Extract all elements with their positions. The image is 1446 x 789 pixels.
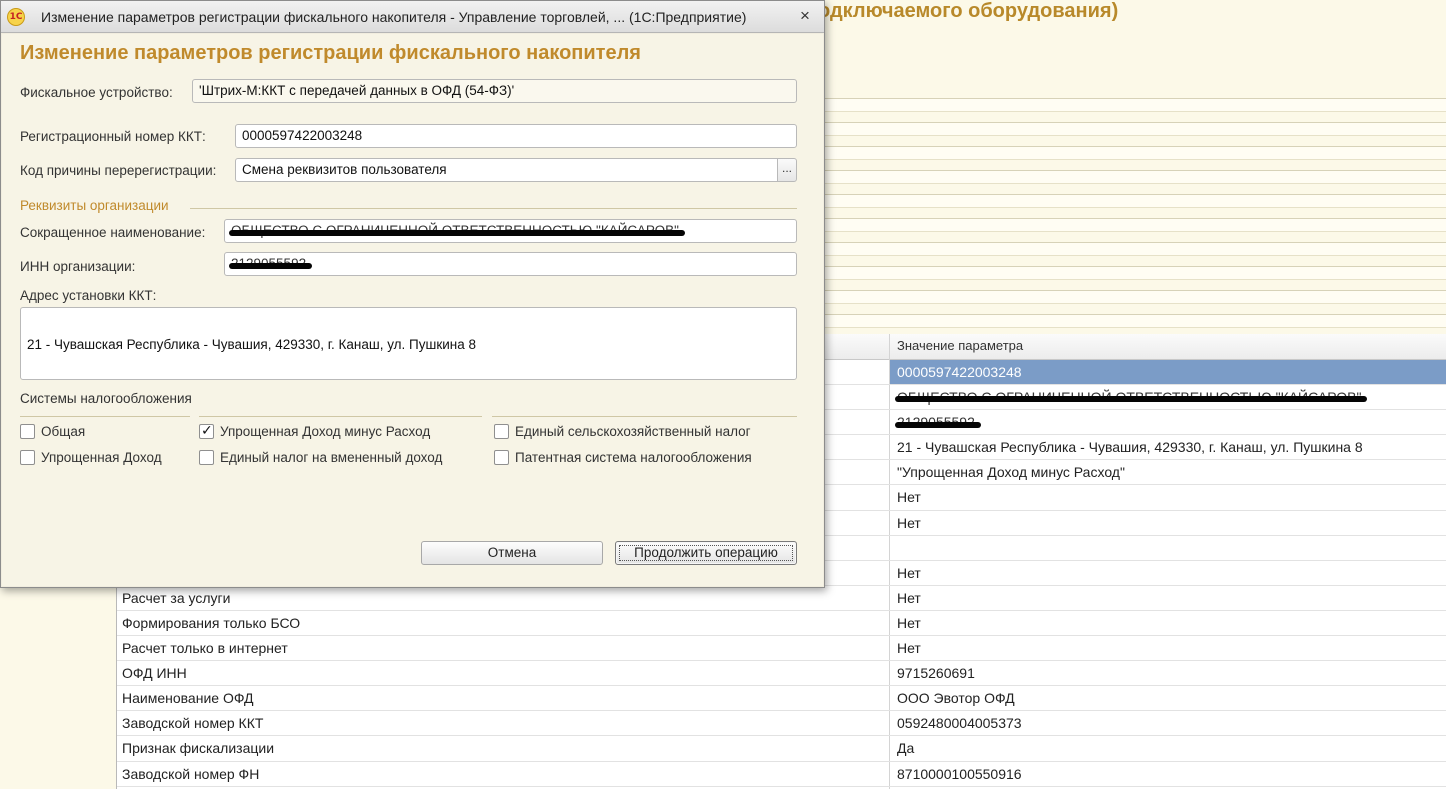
parameter-value-cell: ОБЩЕСТВО С ОГРАНИЧЕННОЙ ОТВЕТСТВЕННОСТЬЮ… [894,389,1368,406]
parameter-value-cell: "Упрощенная Доход минус Расход" [897,464,1125,481]
table-row[interactable]: Формирования только БСО Нет [117,611,1446,637]
tax-system-checkbox[interactable]: Единый сельскохозяйственный налог [494,424,751,439]
checkbox-unchecked-icon[interactable] [494,450,509,465]
table-row[interactable]: Заводской номер ККТ 0592480004005373 [117,711,1446,737]
background-field-strip [818,290,1446,304]
checkbox-unchecked-icon[interactable] [199,450,214,465]
parameter-name-cell: Наименование ОФД [122,690,254,707]
fiscal-device-label: Фискальное устройство: [20,85,173,100]
tax-system-checkbox[interactable]: Единый налог на вмененный доход [199,450,442,465]
parameter-value-cell: 21 - Чувашская Республика - Чувашия, 429… [897,439,1363,456]
parameter-name-cell: Формирования только БСО [122,614,301,631]
parameter-value-cell: 8710000100550916 [897,765,1022,782]
table-row[interactable]: Заводской номер ФН 8710000100550916 [117,762,1446,787]
parameter-name-cell: Расчет только в интернет [122,640,288,657]
table-row[interactable]: ОФД ИНН 9715260691 [117,661,1446,687]
continue-operation-button[interactable]: Продолжить операцию [615,541,797,565]
short-name-redacted-value: ОБЩЕСТВО С ОГРАНИЧЕННОЙ ОТВЕТСТВЕННОСТЬЮ… [229,220,685,242]
parameter-name-cell: Заводской номер ФН [122,765,260,782]
cancel-button[interactable]: Отмена [421,541,603,565]
parameter-value-cell: Нет [897,640,921,657]
address-label: Адрес установки ККТ: [20,288,157,303]
parameter-value-cell: Да [897,740,915,757]
form-heading: Изменение параметров регистрации фискаль… [20,42,641,64]
background-form-title: одключаемого оборудования) [818,0,1119,22]
redacted-value: 2129055592 [895,414,981,431]
parameter-name-cell: Признак фискализации [122,740,275,757]
column-header-value[interactable]: Значение параметра [897,338,1023,353]
inn-redacted-value: 2129055592 [228,253,313,275]
parameter-value-cell: Нет [897,489,921,506]
parameter-value-cell: 0592480004005373 [897,715,1022,732]
parameter-value-cell: ООО Эвотор ОФД [897,690,1015,707]
1c-logo-icon: 1С [7,8,25,26]
tax-divider [199,416,482,417]
tax-system-checkbox[interactable]: Упрощенная Доход [20,450,162,465]
tax-system-label: Единый сельскохозяйственный налог [515,424,751,439]
tax-divider [492,416,797,417]
tax-group-title: Системы налогообложения [20,391,192,406]
parameter-name-cell: ОФД ИНН [122,665,187,682]
background-field-strip [818,218,1446,232]
background-field-strip [818,242,1446,256]
org-group-divider [190,208,797,209]
fiscal-device-field[interactable]: 'Штрих-М:ККТ с передачей данных в ОФД (5… [192,79,797,103]
background-field-strip [818,170,1446,184]
focus-outline [619,545,793,561]
table-row[interactable]: Признак фискализации Да [117,736,1446,762]
tax-system-checkbox[interactable]: Патентная система налогообложения [494,450,752,465]
parameter-name-cell: Расчет за услуги [122,589,231,606]
inn-input[interactable]: 2129055592 [224,252,797,276]
parameter-name-cell: Заводской номер ККТ [122,715,264,732]
checkbox-checked-icon[interactable] [199,422,214,439]
table-row[interactable]: Расчет за услуги Нет [117,586,1446,611]
address-textarea[interactable]: 21 - Чувашская Республика - Чувашия, 429… [20,307,797,380]
parameter-value-cell: Нет [897,564,921,581]
tax-divider [20,416,190,417]
parameter-value-cell: 2129055592 [895,414,981,431]
tax-system-label: Упрощенная Доход минус Расход [220,424,431,439]
org-group-title: Реквизиты организации [20,198,169,213]
redacted-value: ОБЩЕСТВО С ОГРАНИЧЕННОЙ ОТВЕТСТВЕННОСТЬЮ… [894,389,1368,406]
reg-number-input[interactable]: 0000597422003248 [235,124,797,148]
parameter-value-cell: 0000597422003248 [897,364,1022,380]
checkbox-unchecked-icon[interactable] [20,450,35,465]
tax-system-label: Патентная система налогообложения [515,450,752,465]
tax-system-checkbox[interactable]: Упрощенная Доход минус Расход [199,422,431,439]
table-row[interactable]: Расчет только в интернет Нет [117,636,1446,662]
short-name-label: Сокращенное наименование: [20,225,206,240]
reason-label: Код причины перерегистрации: [20,163,217,178]
tax-system-label: Упрощенная Доход [41,450,162,465]
background-field-strip [818,266,1446,280]
background-field-strip [818,98,1446,112]
checkbox-unchecked-icon[interactable] [20,424,35,439]
dialog-titlebar[interactable]: 1С Изменение параметров регистрации фиск… [1,1,824,33]
tax-system-label: Единый налог на вмененный доход [220,450,443,465]
reason-input[interactable]: Смена реквизитов пользователя [235,158,778,182]
parameter-value-cell: Нет [897,614,921,631]
table-row[interactable]: Наименование ОФД ООО Эвотор ОФД [117,686,1446,712]
parameter-value-cell: Нет [897,589,921,606]
tax-system-checkbox[interactable]: Общая [20,424,85,439]
reason-select-button[interactable]: ... [777,158,797,182]
inn-label: ИНН организации: [20,259,136,274]
dialog-body: Изменение параметров регистрации фискаль… [2,34,823,586]
reg-number-label: Регистрационный номер ККТ: [20,129,206,144]
tax-system-label: Общая [41,424,86,439]
parameter-value-cell: 9715260691 [897,665,975,682]
background-field-strip [818,314,1446,328]
close-icon[interactable]: × [795,6,815,26]
background-field-strip [818,194,1446,208]
background-field-strip [818,146,1446,160]
parameter-value-cell: Нет [897,514,921,531]
registration-params-dialog: 1С Изменение параметров регистрации фиск… [0,0,825,588]
checkbox-unchecked-icon[interactable] [494,424,509,439]
short-name-input[interactable]: ОБЩЕСТВО С ОГРАНИЧЕННОЙ ОТВЕТСТВЕННОСТЬЮ… [224,219,797,243]
window-title: Изменение параметров регистрации фискаль… [41,9,747,25]
background-field-strip [818,122,1446,136]
